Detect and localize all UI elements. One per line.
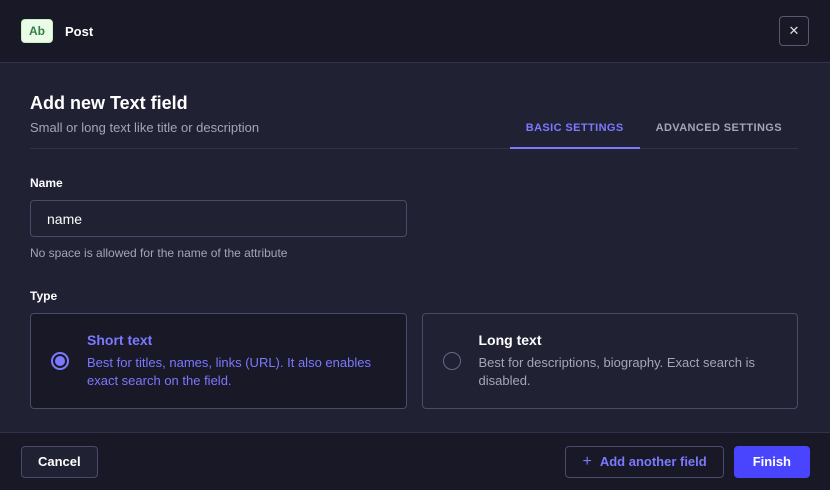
- long-text-radio[interactable]: [443, 352, 461, 370]
- type-field-section: Type Short text Best for titles, names, …: [30, 287, 798, 409]
- short-text-content: Short text Best for titles, names, links…: [87, 332, 387, 389]
- cancel-button[interactable]: Cancel: [21, 446, 98, 478]
- plus-icon: +: [582, 454, 591, 470]
- add-field-modal: Ab Post ✕ Add new Text field Small or lo…: [0, 0, 830, 490]
- content-type-title: Post: [65, 24, 93, 39]
- name-help-text: No space is allowed for the name of the …: [30, 246, 798, 260]
- option-card-long-text[interactable]: Long text Best for descriptions, biograp…: [422, 313, 799, 409]
- short-text-description: Best for titles, names, links (URL). It …: [87, 354, 387, 389]
- type-label: Type: [30, 289, 57, 303]
- text-field-type-badge: Ab: [21, 19, 53, 43]
- title-row: Add new Text field Small or long text li…: [30, 93, 798, 149]
- modal-footer: Cancel + Add another field Finish: [0, 432, 830, 490]
- close-icon: ✕: [789, 23, 800, 39]
- dialog-titles: Add new Text field Small or long text li…: [30, 93, 259, 148]
- modal-body: Add new Text field Small or long text li…: [0, 63, 830, 432]
- name-field-section: Name No space is allowed for the name of…: [30, 174, 798, 260]
- name-input[interactable]: [30, 200, 407, 237]
- long-text-description: Best for descriptions, biography. Exact …: [479, 354, 779, 389]
- type-options: Short text Best for titles, names, links…: [30, 313, 798, 409]
- name-label: Name: [30, 176, 63, 190]
- short-text-title: Short text: [87, 332, 387, 348]
- short-text-radio[interactable]: [51, 352, 69, 370]
- settings-tabs: BASIC SETTINGS ADVANCED SETTINGS: [510, 108, 798, 149]
- add-another-field-label: Add another field: [600, 454, 707, 469]
- tab-advanced-settings[interactable]: ADVANCED SETTINGS: [640, 108, 798, 149]
- option-card-short-text[interactable]: Short text Best for titles, names, links…: [30, 313, 407, 409]
- dialog-subtitle: Small or long text like title or descrip…: [30, 120, 259, 135]
- tab-basic-settings[interactable]: BASIC SETTINGS: [510, 108, 640, 149]
- add-another-field-button[interactable]: + Add another field: [565, 446, 723, 478]
- modal-header: Ab Post ✕: [0, 0, 830, 63]
- long-text-title: Long text: [479, 332, 779, 348]
- long-text-content: Long text Best for descriptions, biograp…: [479, 332, 779, 389]
- finish-button[interactable]: Finish: [734, 446, 810, 478]
- close-button[interactable]: ✕: [779, 16, 809, 46]
- dialog-title: Add new Text field: [30, 93, 259, 114]
